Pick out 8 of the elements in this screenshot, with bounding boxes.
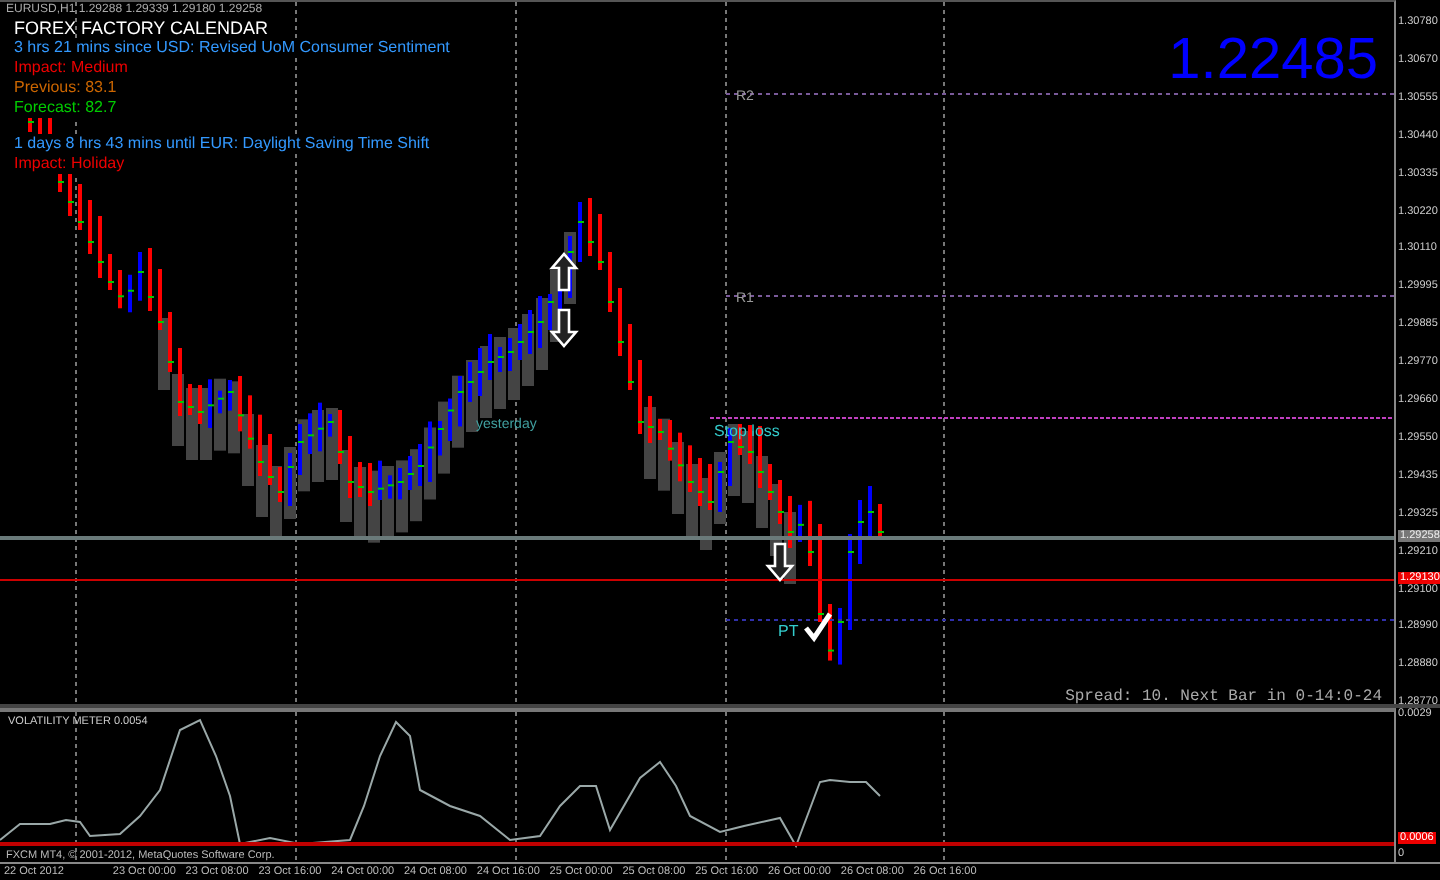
up-arrow-icon bbox=[549, 252, 579, 292]
spread-status: Spread: 10. Next Bar in 0-14:0-24 bbox=[1065, 688, 1382, 704]
chart-annotation: PT bbox=[778, 624, 799, 640]
price-display: 1.22485 bbox=[1168, 30, 1378, 90]
calendar-title: FOREX FACTORY CALENDAR bbox=[14, 18, 271, 38]
down-arrow-icon bbox=[765, 542, 795, 582]
checkmark-icon bbox=[804, 612, 833, 643]
down-arrow-icon bbox=[549, 308, 579, 348]
